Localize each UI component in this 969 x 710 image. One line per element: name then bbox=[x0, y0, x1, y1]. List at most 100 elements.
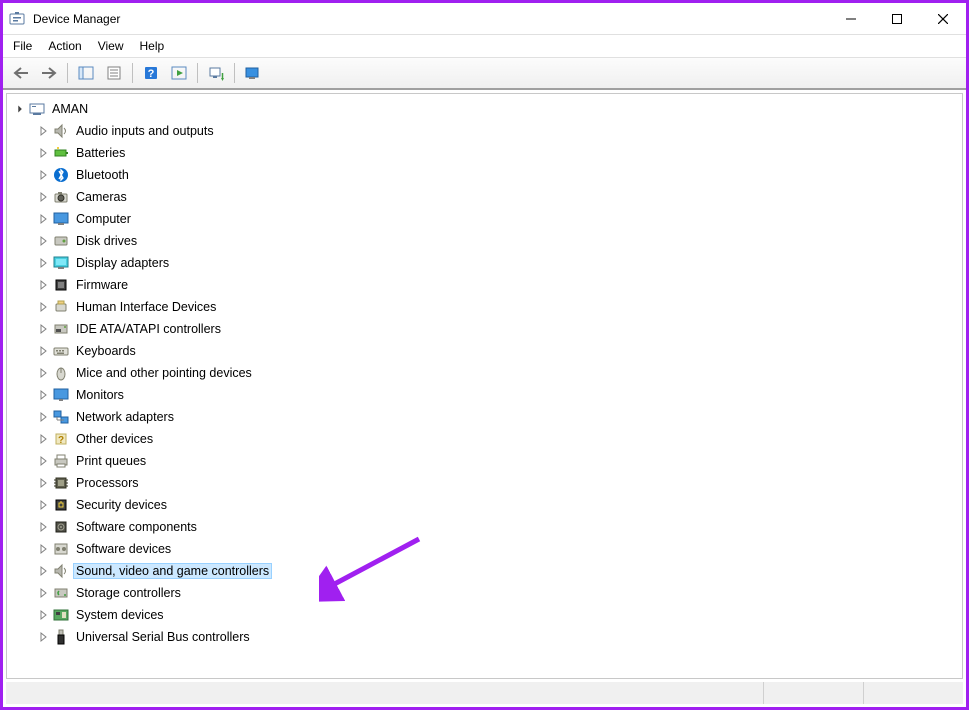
show-hide-console-button[interactable] bbox=[74, 61, 98, 85]
action-icon-button[interactable] bbox=[167, 61, 191, 85]
chevron-right-icon[interactable] bbox=[37, 389, 49, 401]
close-button[interactable] bbox=[920, 3, 966, 34]
statusbar bbox=[6, 682, 963, 704]
tree-item-print[interactable]: Print queues bbox=[7, 450, 962, 472]
toolbar-separator bbox=[234, 63, 235, 83]
chevron-right-icon[interactable] bbox=[37, 279, 49, 291]
chevron-right-icon[interactable] bbox=[37, 455, 49, 467]
chevron-right-icon[interactable] bbox=[37, 345, 49, 357]
chevron-right-icon[interactable] bbox=[37, 367, 49, 379]
tree-item-label: Software devices bbox=[73, 541, 174, 557]
tree-item-bluetooth[interactable]: Bluetooth bbox=[7, 164, 962, 186]
chevron-right-icon[interactable] bbox=[37, 543, 49, 555]
menu-action[interactable]: Action bbox=[48, 39, 81, 53]
tree-item-swdev[interactable]: Software devices bbox=[7, 538, 962, 560]
chevron-right-icon[interactable] bbox=[37, 147, 49, 159]
tree-item-firmware[interactable]: Firmware bbox=[7, 274, 962, 296]
tree-item-storage[interactable]: Storage controllers bbox=[7, 582, 962, 604]
tree-item-display[interactable]: Display adapters bbox=[7, 252, 962, 274]
tree-item-label: Sound, video and game controllers bbox=[73, 563, 272, 579]
swdev-icon bbox=[53, 541, 69, 557]
tree-item-batteries[interactable]: Batteries bbox=[7, 142, 962, 164]
tree-item-label: Monitors bbox=[73, 387, 127, 403]
tree-item-usb[interactable]: Universal Serial Bus controllers bbox=[7, 626, 962, 648]
tree-item-keyboards[interactable]: Keyboards bbox=[7, 340, 962, 362]
tree-item-label: Computer bbox=[73, 211, 134, 227]
svg-text:?: ? bbox=[148, 68, 155, 80]
chevron-right-icon[interactable] bbox=[37, 301, 49, 313]
statusbar-cell bbox=[763, 682, 863, 704]
tree-item-audio[interactable]: Audio inputs and outputs bbox=[7, 120, 962, 142]
chevron-right-icon[interactable] bbox=[37, 257, 49, 269]
tree-item-label: Batteries bbox=[73, 145, 128, 161]
tree-item-sound[interactable]: Sound, video and game controllers bbox=[7, 560, 962, 582]
chevron-right-icon[interactable] bbox=[37, 631, 49, 643]
back-button[interactable] bbox=[9, 61, 33, 85]
chevron-right-icon[interactable] bbox=[37, 609, 49, 621]
forward-button[interactable] bbox=[37, 61, 61, 85]
tree-item-label: Security devices bbox=[73, 497, 170, 513]
monitor-icon bbox=[53, 211, 69, 227]
tree-root-label: AMAN bbox=[49, 101, 91, 117]
tree-item-label: IDE ATA/ATAPI controllers bbox=[73, 321, 224, 337]
chevron-right-icon[interactable] bbox=[37, 191, 49, 203]
system-icon bbox=[53, 607, 69, 623]
camera-icon bbox=[53, 189, 69, 205]
help-button[interactable]: ? bbox=[139, 61, 163, 85]
titlebar: Device Manager bbox=[3, 3, 966, 35]
add-legacy-button[interactable] bbox=[241, 61, 265, 85]
tree-item-label: Processors bbox=[73, 475, 142, 491]
tree-item-label: System devices bbox=[73, 607, 167, 623]
tree-item-cameras[interactable]: Cameras bbox=[7, 186, 962, 208]
tree-item-network[interactable]: Network adapters bbox=[7, 406, 962, 428]
menu-view[interactable]: View bbox=[98, 39, 124, 53]
toolbar-separator bbox=[67, 63, 68, 83]
chevron-right-icon[interactable] bbox=[37, 521, 49, 533]
tree-item-computer[interactable]: Computer bbox=[7, 208, 962, 230]
menu-file[interactable]: File bbox=[13, 39, 32, 53]
tree-item-label: Display adapters bbox=[73, 255, 172, 271]
hid-icon bbox=[53, 299, 69, 315]
tree-root[interactable]: AMAN bbox=[7, 98, 962, 120]
chevron-right-icon[interactable] bbox=[37, 323, 49, 335]
scan-hardware-button[interactable] bbox=[204, 61, 228, 85]
properties-button[interactable] bbox=[102, 61, 126, 85]
svg-text:?: ? bbox=[58, 435, 64, 446]
tree-item-label: Other devices bbox=[73, 431, 156, 447]
tree-item-other[interactable]: ? Other devices bbox=[7, 428, 962, 450]
tree-item-label: Firmware bbox=[73, 277, 131, 293]
chevron-right-icon[interactable] bbox=[37, 499, 49, 511]
chevron-right-icon[interactable] bbox=[37, 477, 49, 489]
chevron-right-icon[interactable] bbox=[37, 565, 49, 577]
usb-icon bbox=[53, 629, 69, 645]
tree-item-monitors[interactable]: Monitors bbox=[7, 384, 962, 406]
display-icon bbox=[53, 255, 69, 271]
tree-item-security[interactable]: Security devices bbox=[7, 494, 962, 516]
tree-item-system[interactable]: System devices bbox=[7, 604, 962, 626]
chevron-down-icon[interactable] bbox=[13, 103, 25, 115]
chevron-right-icon[interactable] bbox=[37, 411, 49, 423]
chevron-right-icon[interactable] bbox=[37, 125, 49, 137]
storage-icon bbox=[53, 585, 69, 601]
chevron-right-icon[interactable] bbox=[37, 213, 49, 225]
tree-item-swcomp[interactable]: Software components bbox=[7, 516, 962, 538]
chevron-right-icon[interactable] bbox=[37, 169, 49, 181]
chevron-right-icon[interactable] bbox=[37, 433, 49, 445]
minimize-button[interactable] bbox=[828, 3, 874, 34]
app-icon bbox=[9, 11, 25, 27]
tree-item-processors[interactable]: Processors bbox=[7, 472, 962, 494]
chevron-right-icon[interactable] bbox=[37, 587, 49, 599]
device-tree-panel: AMAN Audio inputs and outputs Batteries Blu… bbox=[6, 93, 963, 679]
tree-item-ide[interactable]: IDE ATA/ATAPI controllers bbox=[7, 318, 962, 340]
ide-icon bbox=[53, 321, 69, 337]
tree-item-diskdrives[interactable]: Disk drives bbox=[7, 230, 962, 252]
disk-icon bbox=[53, 233, 69, 249]
printer-icon bbox=[53, 453, 69, 469]
maximize-button[interactable] bbox=[874, 3, 920, 34]
menu-help[interactable]: Help bbox=[140, 39, 165, 53]
device-tree[interactable]: AMAN Audio inputs and outputs Batteries Blu… bbox=[7, 94, 962, 652]
tree-item-mice[interactable]: Mice and other pointing devices bbox=[7, 362, 962, 384]
tree-item-hid[interactable]: Human Interface Devices bbox=[7, 296, 962, 318]
chevron-right-icon[interactable] bbox=[37, 235, 49, 247]
speaker-icon bbox=[53, 123, 69, 139]
